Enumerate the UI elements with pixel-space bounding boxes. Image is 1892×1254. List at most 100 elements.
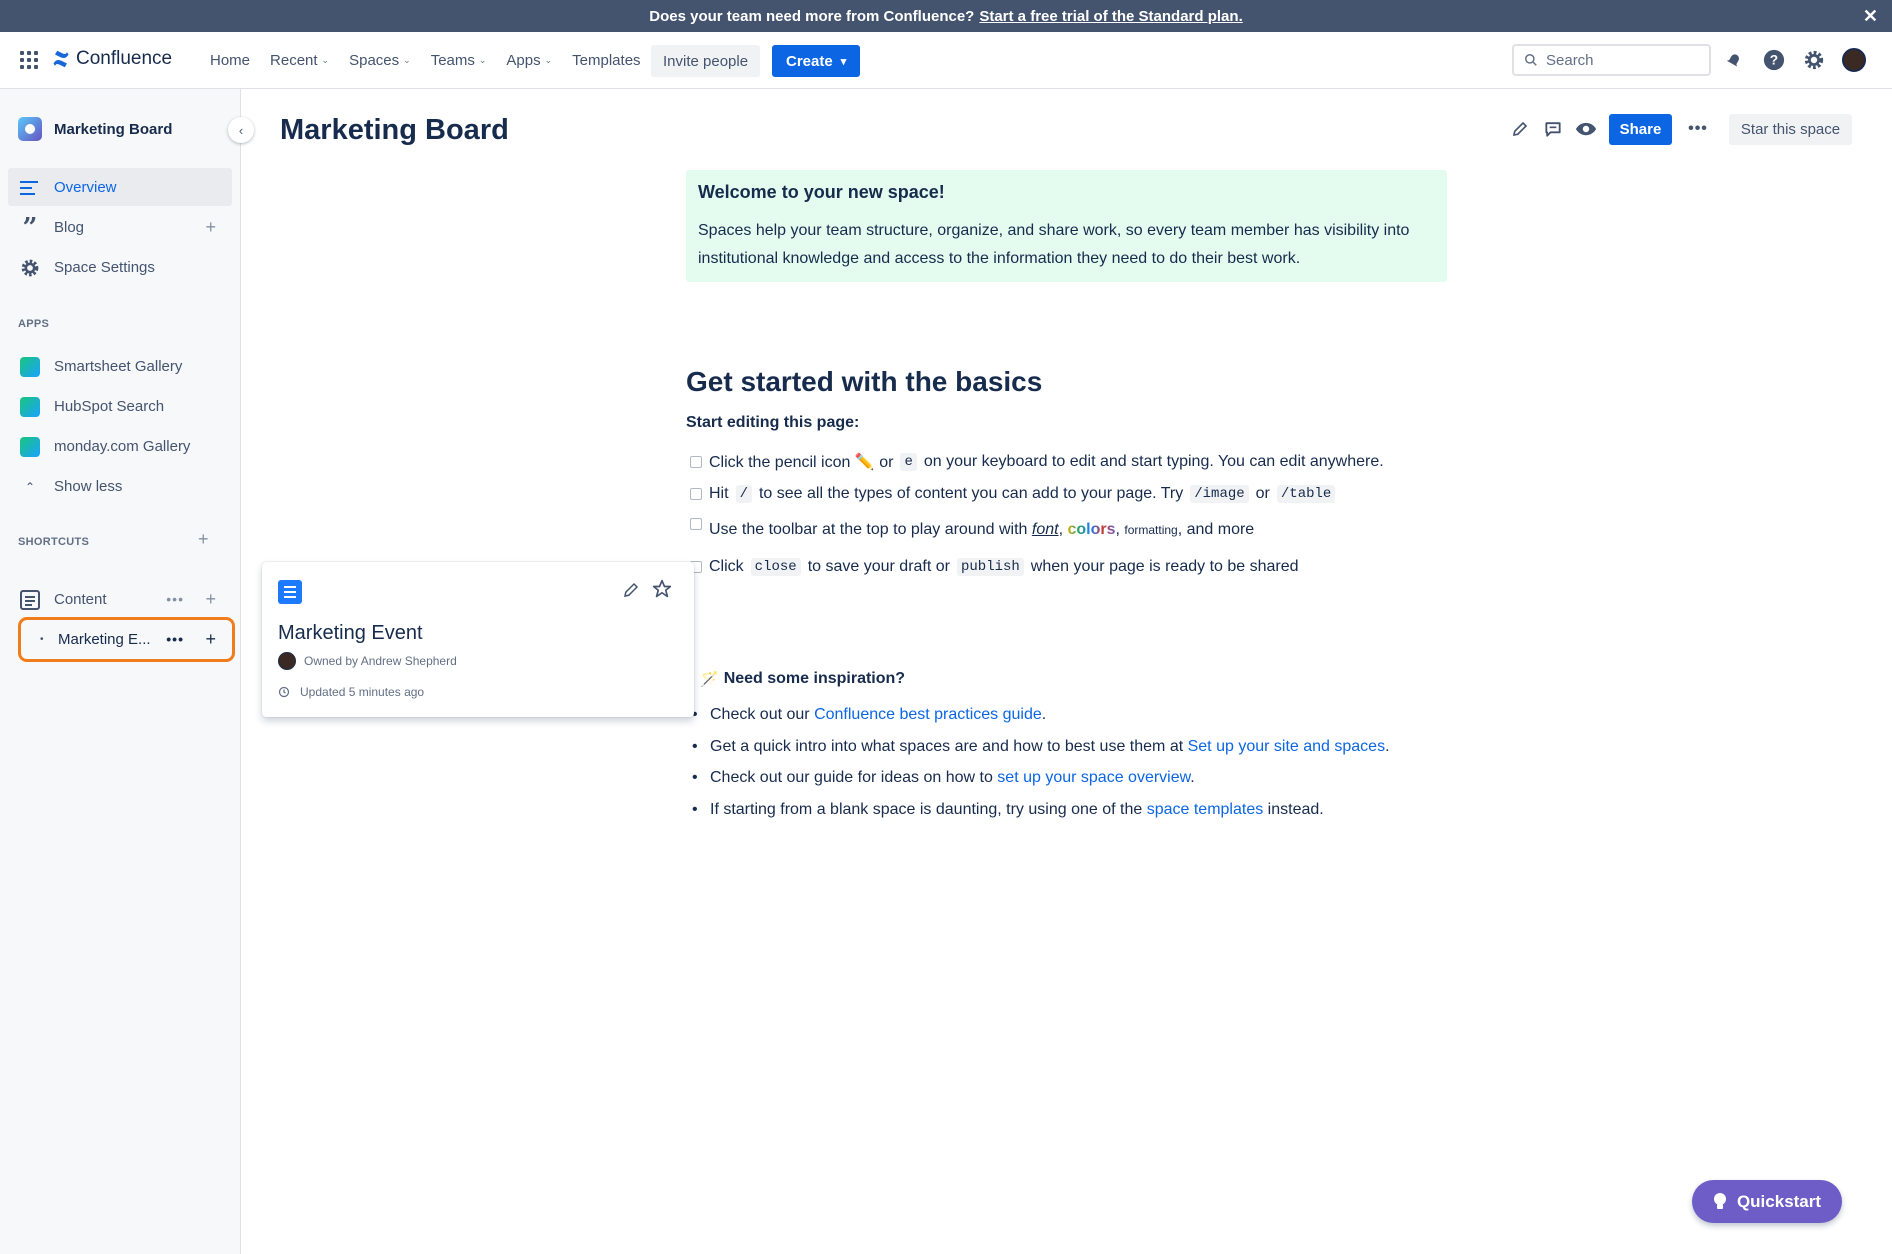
space-templates-link[interactable]: space templates (1147, 801, 1264, 818)
banner-trial-link[interactable]: Start a free trial of the Standard plan. (979, 8, 1242, 25)
clock-icon (278, 686, 290, 698)
search-input[interactable]: Search (1512, 44, 1711, 76)
sidebar-app-smartsheet[interactable]: Smartsheet Gallery (8, 347, 232, 385)
smartsheet-app-icon (20, 357, 40, 377)
nav-recent[interactable]: Recent ⌄ (260, 32, 339, 89)
more-options-icon[interactable]: ••• (166, 591, 184, 607)
user-avatar[interactable] (1842, 48, 1866, 72)
inline-code: /image (1190, 485, 1249, 503)
nav-apps[interactable]: Apps ⌄ (496, 32, 562, 89)
task-text: on your keyboard to edit and start typin… (923, 453, 1384, 470)
add-content-icon[interactable]: + (205, 589, 216, 610)
svg-text:?: ? (1770, 53, 1778, 68)
card-updated: Updated 5 minutes ago (278, 685, 424, 699)
monday-app-icon (20, 437, 40, 457)
sidebar-item-content[interactable]: Content ••• + (8, 580, 232, 618)
task-text: to see all the types of content you can … (758, 485, 1184, 502)
invite-people-button[interactable]: Invite people (651, 45, 761, 77)
settings-gear-icon[interactable] (1802, 48, 1826, 72)
space-name: Marketing Board (54, 120, 173, 138)
nav-spaces[interactable]: Spaces ⌄ (339, 32, 421, 89)
sidebar-item-blog[interactable]: ” Blog + (8, 208, 232, 246)
quickstart-button[interactable]: Quickstart (1692, 1180, 1842, 1223)
edit-pencil-icon[interactable] (622, 581, 640, 604)
chevron-up-icon: ⌃ (24, 480, 36, 494)
task-checkbox[interactable] (690, 456, 702, 468)
avatar (278, 652, 296, 670)
star-icon[interactable] (652, 579, 672, 604)
edit-pencil-icon[interactable] (1508, 117, 1532, 141)
magic-wand-icon: 🪄 (700, 671, 719, 688)
task-checkbox[interactable] (690, 518, 702, 530)
nav-spaces-label: Spaces (349, 52, 400, 69)
nav-apps-label: Apps (506, 52, 541, 69)
list-item: Check out our Confluence best practices … (690, 703, 1390, 735)
task-text: to save your draft or (807, 558, 950, 575)
sidebar-item-overview[interactable]: Overview (8, 168, 232, 206)
welcome-panel: Welcome to your new space! Spaces help y… (686, 170, 1447, 282)
nav-recent-label: Recent (270, 52, 318, 69)
list-text: . (1190, 769, 1195, 786)
share-button[interactable]: Share (1609, 114, 1672, 145)
create-label: Create (786, 52, 833, 70)
comment-icon[interactable] (1541, 117, 1565, 141)
best-practices-link[interactable]: Confluence best practices guide (814, 706, 1042, 723)
collapse-sidebar-icon[interactable]: ‹ (228, 117, 254, 143)
task-text: or (1255, 485, 1270, 502)
show-less-toggle[interactable]: ⌃ Show less (8, 467, 232, 505)
watch-eye-icon[interactable] (1574, 117, 1598, 141)
more-actions-icon[interactable]: ••• (1686, 117, 1710, 141)
task-item: Hit / to see all the types of content yo… (690, 485, 1336, 503)
nav-teams-label: Teams (430, 52, 475, 69)
welcome-body: Spaces help your team structure, organiz… (698, 222, 1410, 267)
overview-icon (20, 178, 40, 198)
banner-text: Does your team need more from Confluence… (649, 7, 975, 25)
task-checkbox[interactable] (690, 488, 702, 500)
basics-heading: Get started with the basics (686, 366, 1043, 397)
add-shortcut-icon[interactable]: + (198, 529, 209, 550)
quickstart-label: Quickstart (1736, 1191, 1822, 1211)
setup-site-link[interactable]: Set up your site and spaces (1188, 738, 1385, 755)
sidebar-item-label: Overview (54, 178, 117, 196)
task-item: Click the pencil icon ✏️ or e on your ke… (690, 452, 1384, 472)
task-text: , and more (1177, 521, 1255, 538)
space-overview-link[interactable]: set up your space overview (997, 769, 1190, 786)
add-blog-icon[interactable]: + (205, 217, 216, 238)
confluence-logo[interactable]: Confluence (52, 48, 172, 70)
list-text: If starting from a blank space is daunti… (710, 800, 1143, 818)
updated-text: Updated 5 minutes ago (300, 685, 425, 699)
show-less-label: Show less (54, 477, 123, 495)
help-icon[interactable]: ? (1762, 48, 1786, 72)
task-text: Use the toolbar at the top to play aroun… (709, 521, 1028, 538)
trial-banner: Does your team need more from Confluence… (0, 0, 1892, 32)
formatted-font-text: font (1031, 521, 1059, 538)
inline-code: close (750, 558, 801, 576)
app-switcher-icon[interactable] (20, 51, 38, 69)
close-icon[interactable]: ✕ (1863, 6, 1878, 27)
sidebar-app-monday[interactable]: monday.com Gallery (8, 427, 232, 465)
nav-templates-label: Templates (572, 52, 641, 69)
sidebar-item-space-settings[interactable]: Space Settings (8, 248, 232, 286)
space-header[interactable]: Marketing Board (18, 117, 172, 141)
space-sidebar: Marketing Board ‹ Overview ” Blog + Spac… (0, 89, 254, 1254)
page-hover-card[interactable]: Marketing Event Owned by Andrew Shepherd… (262, 562, 694, 717)
superscript-text: formatt (1124, 523, 1162, 537)
task-text: when your page is ready to be shared (1030, 558, 1299, 575)
confluence-logo-icon (53, 50, 69, 68)
notifications-icon[interactable] (1722, 48, 1746, 72)
task-item: Click close to save your draft or publis… (690, 558, 1299, 576)
chevron-down-icon: ⌄ (403, 55, 411, 65)
welcome-title: Welcome to your new space! (698, 182, 945, 202)
nav-home[interactable]: Home (200, 32, 260, 89)
nav-templates[interactable]: Templates (562, 32, 650, 89)
focus-highlight (18, 617, 235, 662)
create-button[interactable]: Create ▾ (772, 45, 861, 77)
nav-menu: Home Recent ⌄ Spaces ⌄ Teams ⌄ Apps ⌄ Templa… (200, 32, 651, 89)
nav-teams[interactable]: Teams ⌄ (421, 32, 497, 89)
inline-code: / (735, 485, 752, 503)
list-text: Get a quick intro into what spaces are a… (710, 737, 1184, 755)
star-space-button[interactable]: Star this space (1729, 114, 1852, 145)
chevron-down-icon: ▾ (840, 55, 847, 68)
top-navigation: Confluence Home Recent ⌄ Spaces ⌄ Teams ⌄ A… (0, 32, 1892, 89)
sidebar-app-hubspot[interactable]: HubSpot Search (8, 387, 232, 425)
